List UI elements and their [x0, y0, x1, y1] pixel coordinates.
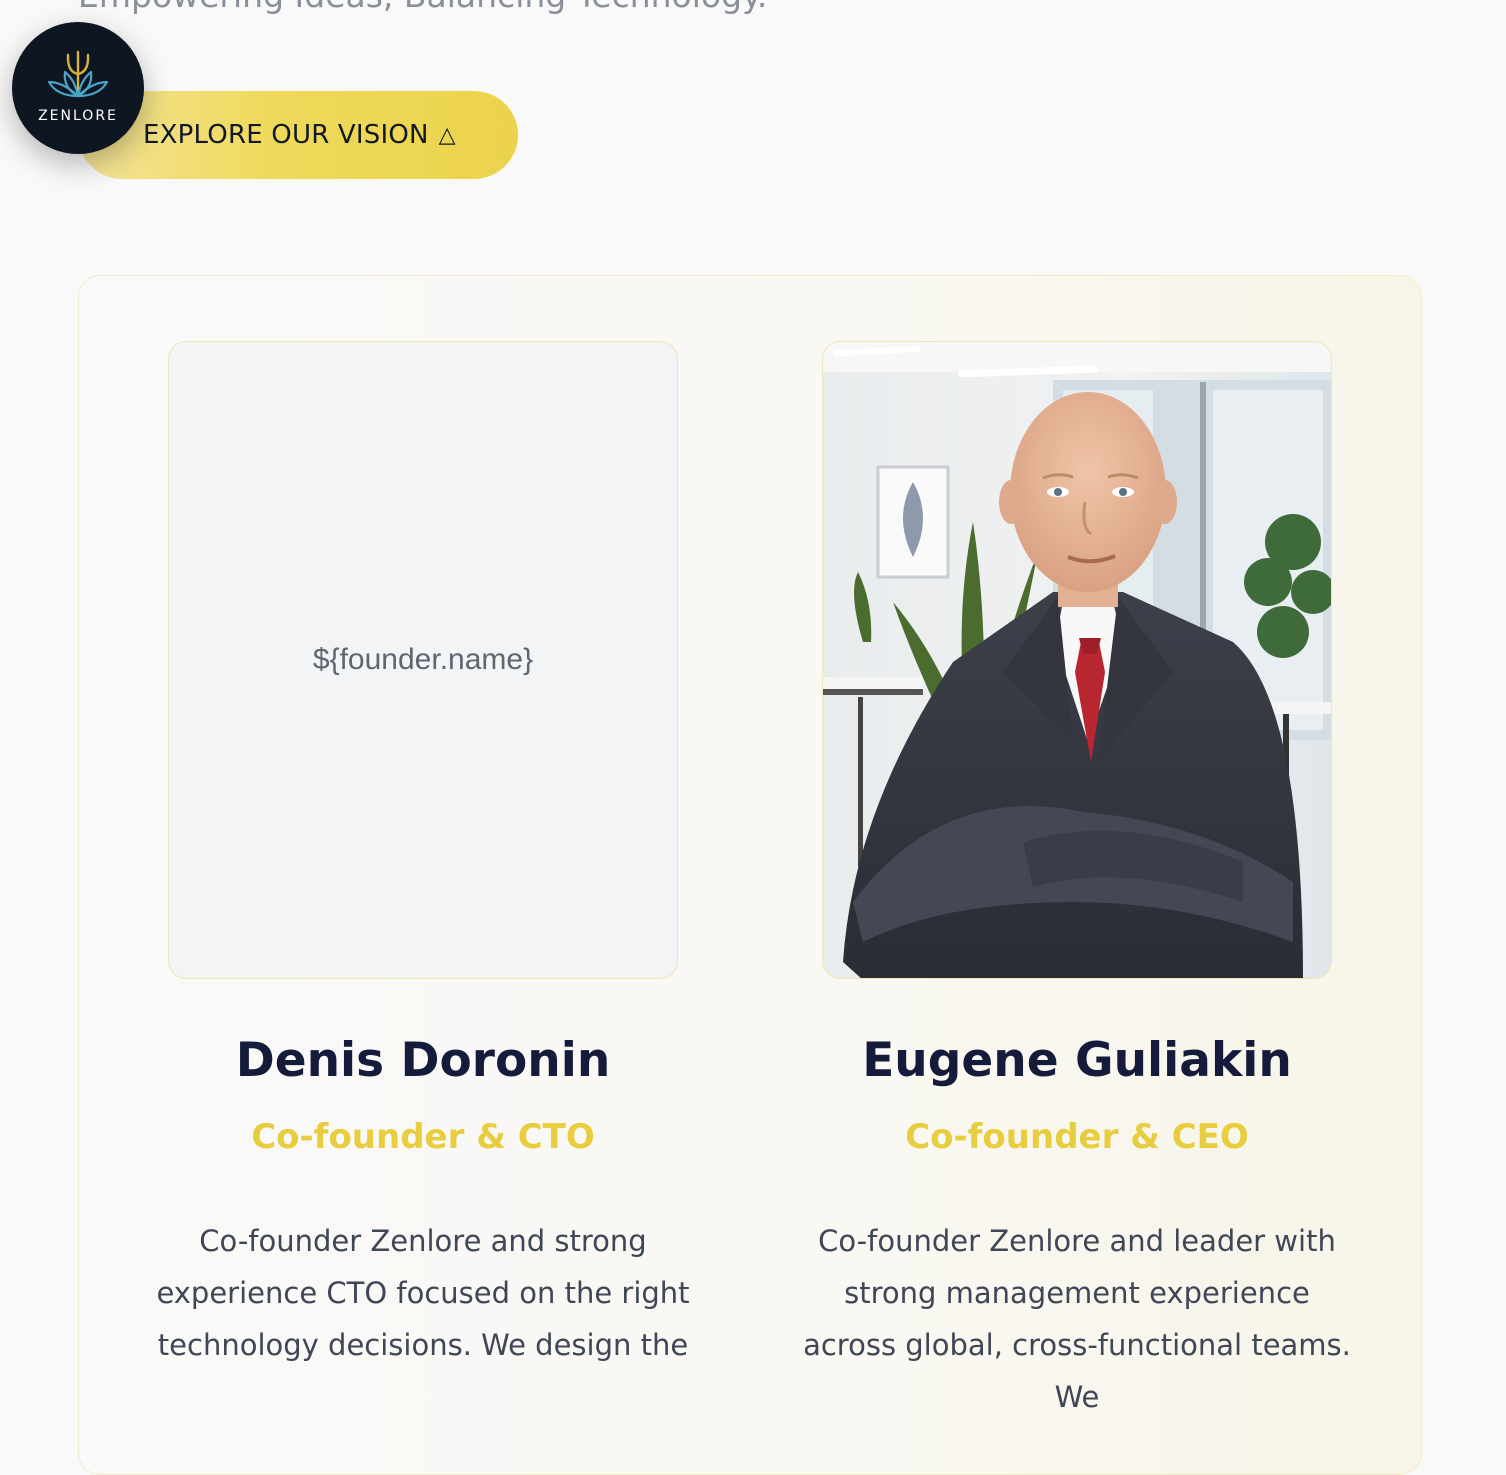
founder-photo — [822, 341, 1332, 979]
founder-bio: Co-founder Zenlore and leader with stron… — [803, 1224, 1351, 1414]
founder-role: Co-founder & CTO — [251, 1117, 595, 1157]
founder-role: Co-founder & CEO — [905, 1117, 1249, 1157]
founder-name: Eugene Guliakin — [862, 1033, 1292, 1088]
explore-vision-label: EXPLORE OUR VISION — [143, 120, 429, 150]
explore-vision-button[interactable]: EXPLORE OUR VISION △ — [78, 91, 518, 179]
zenlore-logo[interactable]: ZENLORE — [12, 22, 144, 154]
founder-bio: Co-founder Zenlore and strong experience… — [156, 1224, 690, 1362]
logo-brand-text: ZENLORE — [38, 108, 118, 124]
photo-placeholder-text: ${founder.name} — [312, 643, 534, 676]
founder-photo-placeholder: ${founder.name} — [168, 341, 678, 979]
founder-portrait-image — [823, 342, 1331, 978]
founder-name: Denis Doronin — [235, 1033, 611, 1088]
triangle-icon: △ — [438, 122, 456, 148]
hero-tagline: Empowering Ideas, Balancing Technology. — [78, 0, 767, 15]
lotus-trident-icon — [47, 50, 109, 98]
